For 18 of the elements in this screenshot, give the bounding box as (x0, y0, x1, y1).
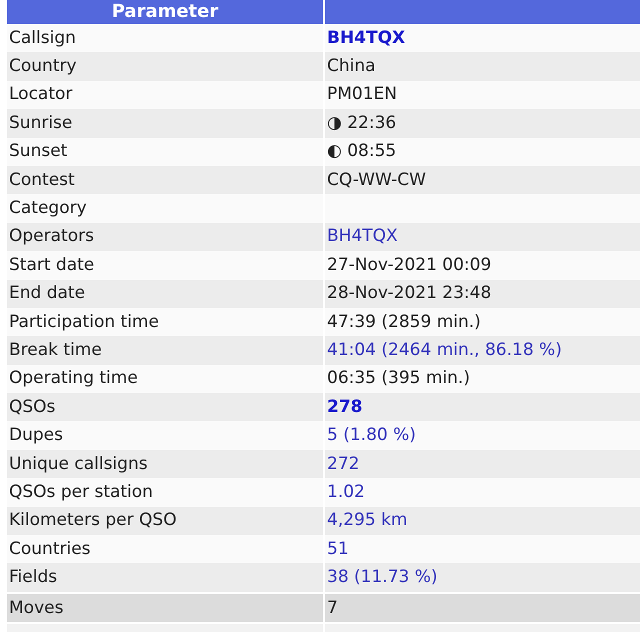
table-cell: 47:39 (2859 min.) (324, 308, 640, 336)
link-cell[interactable]: BH4TQX (324, 222, 640, 252)
link-cell[interactable]: 4,295 km (324, 506, 640, 536)
link-cell[interactable]: 278 (324, 393, 640, 422)
table-cell: 27-Nov-2021 00:09 (324, 251, 640, 280)
link-cell[interactable]: 272 (324, 450, 640, 478)
table-cell: ◐ 08:55 (324, 138, 640, 166)
link-cell[interactable]: 1.02 (324, 478, 640, 507)
column-header: Parameter (7, 0, 324, 24)
table-cell: 28-Nov-2021 23:48 (324, 280, 640, 308)
link-cell[interactable]: 5 (1.80 %) (324, 421, 640, 450)
link-cell[interactable]: 38 (11.73 %) (324, 563, 640, 593)
table-cell: 7 (324, 592, 640, 624)
link-cell[interactable]: 41:04 (2464 min., 86.18 %) (324, 336, 640, 365)
table-cell: 06:35 (395 min.) (324, 364, 640, 394)
link-cell[interactable]: 51 (324, 535, 640, 564)
table-cell: PM01EN (324, 80, 640, 110)
link-cell[interactable]: BH4TQX (324, 24, 640, 52)
